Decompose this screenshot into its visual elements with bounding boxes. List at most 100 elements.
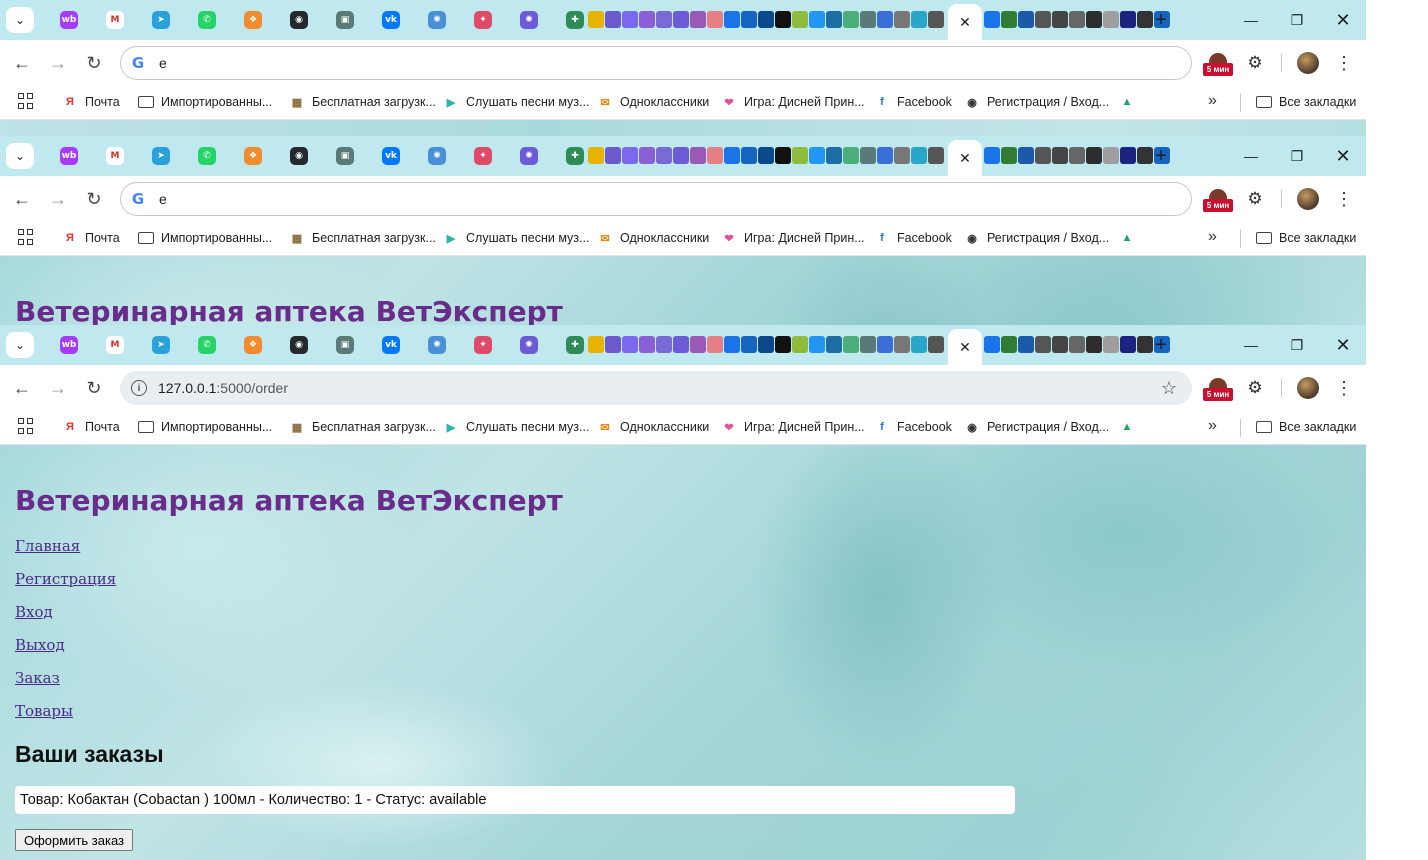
bookmark-item[interactable]: ✉ Одноклассники bbox=[597, 92, 709, 112]
bookmark-item[interactable]: ▶ Слушать песни муз... bbox=[443, 92, 590, 112]
tab-favicon-icon[interactable] bbox=[1018, 336, 1034, 353]
minimize-button[interactable]: — bbox=[1240, 333, 1262, 357]
tab-favicon-icon[interactable] bbox=[724, 336, 740, 353]
extensions-icon[interactable]: ⚙ bbox=[1244, 188, 1266, 210]
tab-favicon-icon[interactable] bbox=[690, 147, 706, 164]
tab-favicon-icon[interactable] bbox=[588, 11, 604, 28]
forward-button[interactable]: → bbox=[46, 376, 70, 400]
pinned-tab[interactable]: ✦ bbox=[460, 8, 506, 32]
tab-favicon-icon[interactable] bbox=[775, 11, 791, 28]
reload-button[interactable]: ↻ bbox=[82, 51, 106, 75]
apps-icon[interactable] bbox=[18, 418, 34, 434]
tab-favicon-icon[interactable] bbox=[826, 147, 842, 164]
pinned-tab[interactable]: ❖ bbox=[230, 8, 276, 32]
tab-favicon-icon[interactable] bbox=[843, 336, 859, 353]
tab-favicon-icon[interactable] bbox=[1052, 336, 1068, 353]
active-tab[interactable]: ✕ bbox=[948, 329, 982, 365]
pinned-tab[interactable]: ✦ bbox=[460, 144, 506, 168]
pinned-tab[interactable]: wb bbox=[46, 333, 92, 357]
tab-favicon-icon[interactable] bbox=[1103, 147, 1119, 164]
tab-favicon-icon[interactable] bbox=[1035, 336, 1051, 353]
bookmark-item[interactable]: ▦ Бесплатная загрузк... bbox=[289, 92, 436, 112]
profile-avatar[interactable] bbox=[1297, 52, 1319, 74]
bookmark-item[interactable]: Импортированны... bbox=[138, 417, 272, 437]
tab-favicon-icon[interactable] bbox=[809, 147, 825, 164]
tab-favicon-icon[interactable] bbox=[758, 147, 774, 164]
apps-icon[interactable] bbox=[18, 229, 34, 245]
submit-order-button[interactable]: Оформить заказ bbox=[15, 829, 134, 851]
more-bookmarks-button[interactable]: » bbox=[1208, 228, 1217, 246]
menu-icon[interactable]: ⋮ bbox=[1334, 187, 1354, 211]
tab-favicon-icon[interactable] bbox=[724, 11, 740, 28]
tab-favicons-strip-right[interactable] bbox=[984, 11, 1170, 28]
bookmark-item[interactable]: Я Почта bbox=[62, 417, 120, 437]
bookmark-item[interactable]: ◉ Регистрация / Вход... bbox=[964, 92, 1109, 112]
tab-favicons-strip-right[interactable] bbox=[984, 336, 1170, 353]
tab-favicon-icon[interactable] bbox=[775, 147, 791, 164]
bookmark-item[interactable]: Импортированны... bbox=[138, 92, 272, 112]
pinned-tab[interactable]: ▣ bbox=[322, 144, 368, 168]
tab-favicon-icon[interactable] bbox=[707, 336, 723, 353]
tab-favicon-icon[interactable] bbox=[928, 11, 944, 28]
tab-favicon-icon[interactable] bbox=[656, 147, 672, 164]
timer-extension-icon[interactable]: 5 мин bbox=[1203, 53, 1233, 77]
new-tab-button[interactable]: + bbox=[1150, 144, 1172, 168]
new-tab-button[interactable]: + bbox=[1150, 333, 1172, 357]
tab-favicon-icon[interactable] bbox=[741, 147, 757, 164]
tab-favicon-icon[interactable] bbox=[843, 147, 859, 164]
tab-favicon-icon[interactable] bbox=[877, 336, 893, 353]
star-icon[interactable]: ☆ bbox=[1161, 378, 1177, 399]
tab-favicon-icon[interactable] bbox=[894, 147, 910, 164]
tab-favicon-icon[interactable] bbox=[911, 336, 927, 353]
pinned-tab[interactable]: ◉ bbox=[276, 333, 322, 357]
pinned-tab[interactable]: vk bbox=[368, 333, 414, 357]
tab-favicon-icon[interactable] bbox=[741, 336, 757, 353]
close-window-button[interactable]: ✕ bbox=[1332, 144, 1354, 168]
tab-favicon-icon[interactable] bbox=[984, 11, 1000, 28]
timer-extension-icon[interactable]: 5 мин bbox=[1203, 189, 1233, 213]
back-button[interactable]: ← bbox=[10, 376, 34, 400]
all-bookmarks-button[interactable]: Все закладки bbox=[1256, 417, 1356, 437]
tab-favicon-icon[interactable] bbox=[1120, 147, 1136, 164]
tab-favicon-icon[interactable] bbox=[775, 336, 791, 353]
tab-favicon-icon[interactable] bbox=[724, 147, 740, 164]
tab-favicon-icon[interactable] bbox=[928, 336, 944, 353]
bookmark-item[interactable]: ✉ Одноклассники bbox=[597, 228, 709, 248]
tab-search-button[interactable]: ⌄ bbox=[6, 332, 34, 358]
tab-favicon-icon[interactable] bbox=[673, 11, 689, 28]
pinned-tab[interactable]: ✺ bbox=[506, 333, 552, 357]
bookmark-item[interactable]: ▶ Слушать песни муз... bbox=[443, 417, 590, 437]
tab-favicon-icon[interactable] bbox=[622, 11, 638, 28]
tab-favicon-icon[interactable] bbox=[605, 11, 621, 28]
tab-favicon-icon[interactable] bbox=[758, 336, 774, 353]
tab-favicon-icon[interactable] bbox=[1018, 147, 1034, 164]
bookmark-item[interactable]: ▦ Бесплатная загрузк... bbox=[289, 417, 436, 437]
tab-favicon-icon[interactable] bbox=[639, 336, 655, 353]
tab-favicon-icon[interactable] bbox=[984, 147, 1000, 164]
bookmark-item[interactable]: Импортированны... bbox=[138, 228, 272, 248]
pinned-tab[interactable]: ✺ bbox=[414, 333, 460, 357]
tab-favicon-icon[interactable] bbox=[1086, 11, 1102, 28]
maximize-button[interactable]: ❐ bbox=[1286, 8, 1308, 32]
tab-favicon-icon[interactable] bbox=[622, 336, 638, 353]
all-bookmarks-button[interactable]: Все закладки bbox=[1256, 228, 1356, 248]
more-bookmarks-button[interactable]: » bbox=[1208, 92, 1217, 110]
tab-favicon-icon[interactable] bbox=[860, 336, 876, 353]
pinned-tab[interactable]: ✆ bbox=[184, 333, 230, 357]
bookmark-item[interactable]: f Facebook bbox=[874, 417, 952, 437]
bookmark-item[interactable]: ▶ Слушать песни муз... bbox=[443, 228, 590, 248]
profile-avatar[interactable] bbox=[1297, 188, 1319, 210]
pinned-tab[interactable]: wb bbox=[46, 8, 92, 32]
bookmark-item[interactable]: ❤ Игра: Дисней Прин... bbox=[721, 228, 864, 248]
tab-favicon-icon[interactable] bbox=[1001, 336, 1017, 353]
address-bar[interactable]: G e bbox=[120, 182, 1192, 216]
pinned-tab[interactable]: ➤ bbox=[138, 144, 184, 168]
pinned-tab[interactable]: ▣ bbox=[322, 8, 368, 32]
pinned-tab[interactable]: ✆ bbox=[184, 8, 230, 32]
pinned-tab[interactable]: ✺ bbox=[414, 8, 460, 32]
menu-icon[interactable]: ⋮ bbox=[1334, 51, 1354, 75]
tab-favicon-icon[interactable] bbox=[877, 11, 893, 28]
pinned-tab[interactable]: ✺ bbox=[506, 8, 552, 32]
tab-favicon-icon[interactable] bbox=[673, 147, 689, 164]
tab-favicon-icon[interactable] bbox=[707, 147, 723, 164]
